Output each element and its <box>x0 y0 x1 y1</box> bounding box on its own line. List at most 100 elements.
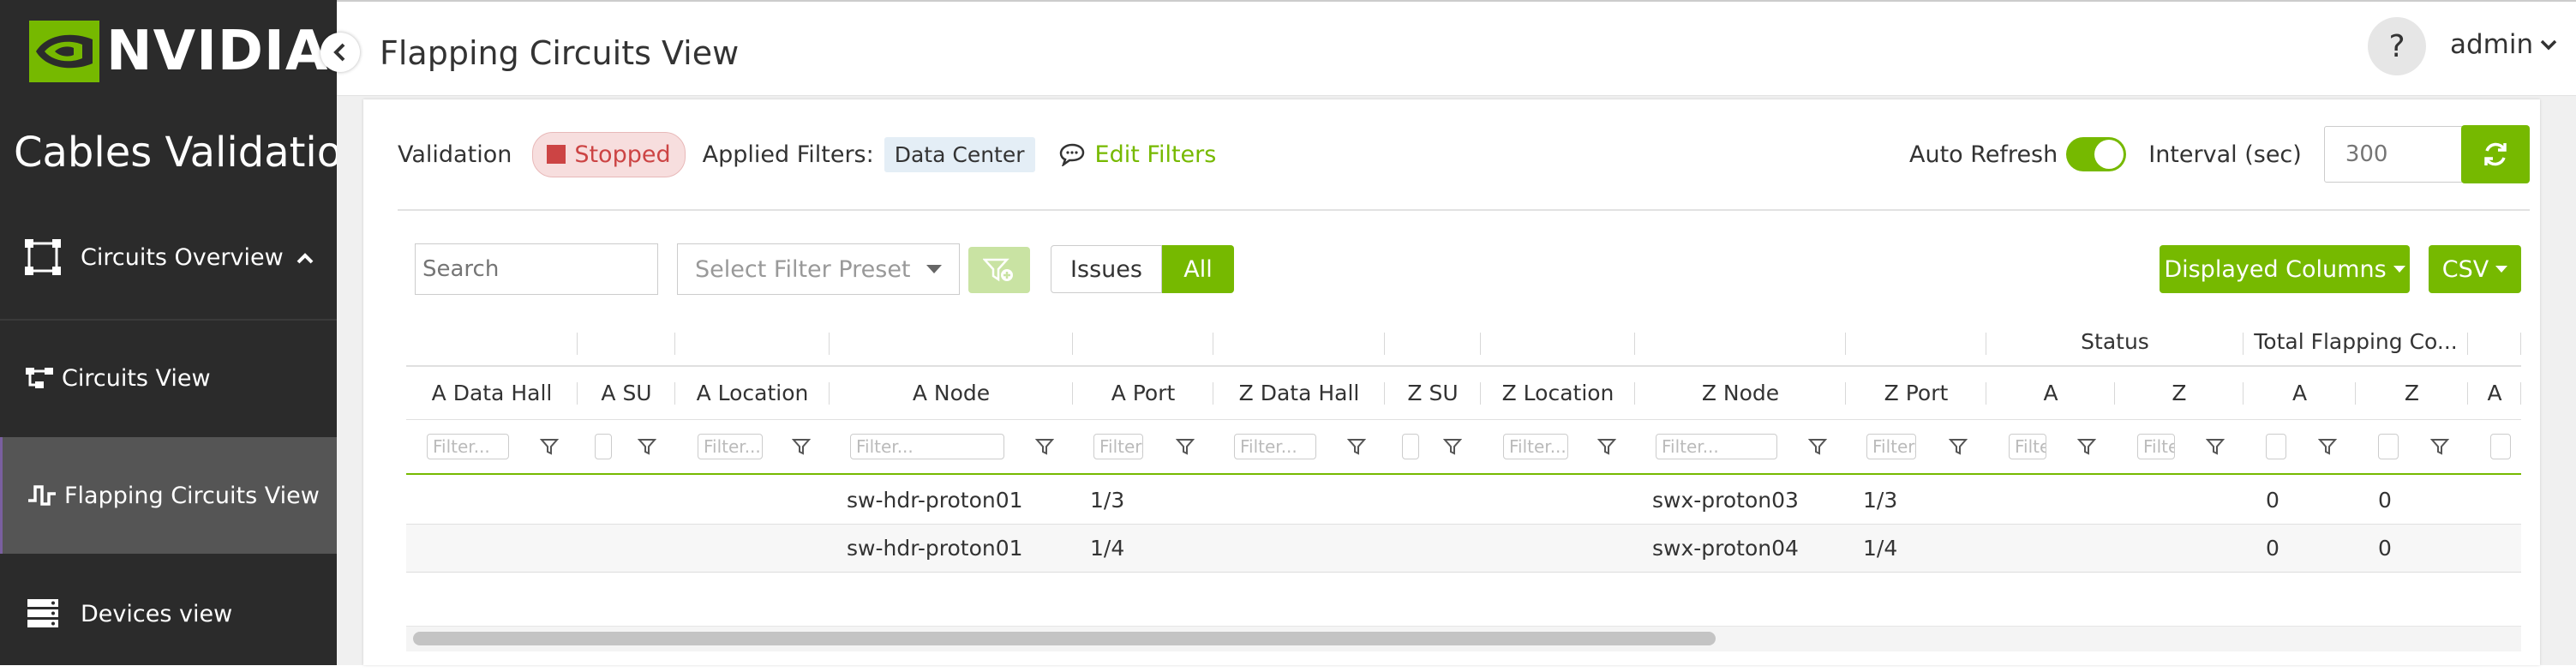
column-filter-input[interactable]: Filter... <box>1866 434 1916 459</box>
filter-icon[interactable] <box>2206 437 2225 456</box>
cell-status-z <box>2115 477 2244 524</box>
circuits-view-icon <box>22 357 57 399</box>
column-header-z-location[interactable]: Z Location <box>1481 367 1635 419</box>
column-header-z-node[interactable]: Z Node <box>1635 367 1846 419</box>
cell-z-port: 1/4 <box>1863 536 1898 561</box>
filter-icon[interactable] <box>792 437 811 456</box>
caret-down-icon <box>2393 266 2405 273</box>
refresh-button[interactable] <box>2461 125 2530 183</box>
filter-icon[interactable] <box>2077 437 2096 456</box>
save-preset-button[interactable] <box>968 247 1030 293</box>
column-header-status-z[interactable]: Z <box>2115 367 2244 419</box>
filter-icon[interactable] <box>1597 437 1616 456</box>
sidebar-item-circuits-view[interactable]: Circuits View <box>0 319 337 435</box>
stop-icon <box>547 145 566 164</box>
auto-refresh-toggle[interactable] <box>2066 137 2127 171</box>
sidebar-item-label: Devices view <box>81 600 233 627</box>
table-row[interactable]: sw-hdr-proton01 1/4 swx-proton04 1/4 0 0 <box>406 525 2521 573</box>
interval-input[interactable] <box>2323 126 2468 183</box>
column-filter-input[interactable] <box>595 434 612 459</box>
validation-label: Validation <box>398 141 512 168</box>
nvidia-eye-icon <box>29 21 99 82</box>
column-header-partial[interactable]: A <box>2468 367 2521 419</box>
edit-filters-link[interactable]: Edit Filters <box>1059 141 1216 168</box>
displayed-columns-label: Displayed Columns <box>2164 255 2387 283</box>
filter-icon[interactable] <box>1949 437 1968 456</box>
table-row[interactable]: sw-hdr-proton01 1/3 swx-proton03 1/3 0 0 <box>406 477 2521 525</box>
column-filter-input[interactable] <box>2378 434 2399 459</box>
column-filter-input[interactable] <box>1402 434 1419 459</box>
help-button[interactable]: ? <box>2368 17 2426 75</box>
column-header-flapping-a[interactable]: A <box>2244 367 2356 419</box>
filter-icon[interactable] <box>2430 437 2449 456</box>
top-header: Flapping Circuits View ? admin <box>337 0 2576 96</box>
cell-a-location <box>675 477 830 524</box>
csv-label: CSV <box>2441 255 2489 283</box>
csv-button[interactable]: CSV <box>2429 245 2521 293</box>
sidebar-item-devices-view[interactable]: Devices view <box>0 555 337 672</box>
nvidia-logo[interactable]: NVIDIA <box>29 20 328 83</box>
column-filter-input[interactable]: Filter... <box>850 434 1004 459</box>
filter-icon[interactable] <box>2318 437 2337 456</box>
filter-icon[interactable] <box>638 437 656 456</box>
filter-chip[interactable]: Data Center <box>884 136 1035 172</box>
column-header-z-data-hall[interactable]: Z Data Hall <box>1213 367 1385 419</box>
flapping-icon <box>25 475 59 516</box>
search-input[interactable] <box>415 243 658 295</box>
cell-a-su <box>578 525 675 572</box>
column-header-row: A Data Hall A SU A Location A Node A Por… <box>406 367 2521 420</box>
toggle-knob <box>2094 140 2124 169</box>
column-filter-input[interactable] <box>2266 434 2286 459</box>
displayed-columns-button[interactable]: Displayed Columns <box>2160 245 2410 293</box>
group-header-flapping: Total Flapping Co... <box>2244 317 2468 365</box>
column-filter-input[interactable]: Filter... <box>698 434 763 459</box>
collapse-sidebar-button[interactable] <box>321 33 360 72</box>
user-menu[interactable]: admin <box>2450 29 2557 60</box>
column-header-flapping-z[interactable]: Z <box>2356 367 2468 419</box>
cell-a-node: sw-hdr-proton01 <box>847 536 1023 561</box>
cell-z-node: swx-proton03 <box>1652 488 1799 513</box>
status-badge[interactable]: Stopped <box>532 131 686 177</box>
column-filter-input[interactable]: Filter... <box>1093 434 1143 459</box>
sidebar: NVIDIA Cables Validation Circuits Overvi… <box>0 0 368 665</box>
filter-icon[interactable] <box>1035 437 1054 456</box>
column-header-a-location[interactable]: A Location <box>675 367 830 419</box>
sidebar-item-flapping-circuits-view[interactable]: Flapping Circuits View <box>0 437 337 554</box>
column-filter-input[interactable]: Filter... <box>2137 434 2175 459</box>
column-filter-input[interactable] <box>2490 434 2511 459</box>
filter-cell <box>578 420 675 473</box>
column-header-a-node[interactable]: A Node <box>830 367 1073 419</box>
sidebar-section-circuits-overview[interactable]: Circuits Overview <box>0 199 337 315</box>
filter-icon[interactable] <box>1808 437 1827 456</box>
filter-icon[interactable] <box>540 437 559 456</box>
cell-z-port: 1/3 <box>1863 488 1898 513</box>
filter-preset-select[interactable]: Select Filter Preset <box>677 243 960 295</box>
column-filter-input[interactable]: Filter... <box>2009 434 2046 459</box>
column-header-a-su[interactable]: A SU <box>578 367 675 419</box>
column-header-z-port[interactable]: Z Port <box>1846 367 1986 419</box>
issues-toggle[interactable]: Issues <box>1051 245 1162 293</box>
column-filter-input[interactable]: Filter... <box>1656 434 1777 459</box>
column-header-status-a[interactable]: A <box>1986 367 2115 419</box>
sidebar-item-label: Circuits View <box>62 364 211 392</box>
group-header-cell <box>1635 317 1846 365</box>
filter-icon[interactable] <box>1443 437 1462 456</box>
circuits-overview-icon <box>22 237 63 278</box>
cell-a-port: 1/4 <box>1090 536 1125 561</box>
filter-cell: Filter... <box>1986 420 2115 473</box>
app-title: Cables Validation <box>14 129 368 177</box>
group-header-cell <box>1073 317 1213 365</box>
filter-icon[interactable] <box>1176 437 1195 456</box>
column-header-a-data-hall[interactable]: A Data Hall <box>406 367 578 419</box>
filter-icon[interactable] <box>1347 437 1366 456</box>
column-header-z-su[interactable]: Z SU <box>1385 367 1481 419</box>
devices-icon <box>22 593 63 634</box>
column-filter-input[interactable]: Filter... <box>427 434 509 459</box>
filter-cell <box>2356 420 2468 473</box>
all-toggle[interactable]: All <box>1162 245 1234 293</box>
column-filter-input[interactable]: Filter... <box>1503 434 1568 459</box>
horizontal-scrollbar[interactable] <box>406 626 2521 651</box>
scrollbar-thumb[interactable] <box>413 632 1716 645</box>
column-header-a-port[interactable]: A Port <box>1073 367 1213 419</box>
column-filter-input[interactable]: Filter... <box>1234 434 1316 459</box>
